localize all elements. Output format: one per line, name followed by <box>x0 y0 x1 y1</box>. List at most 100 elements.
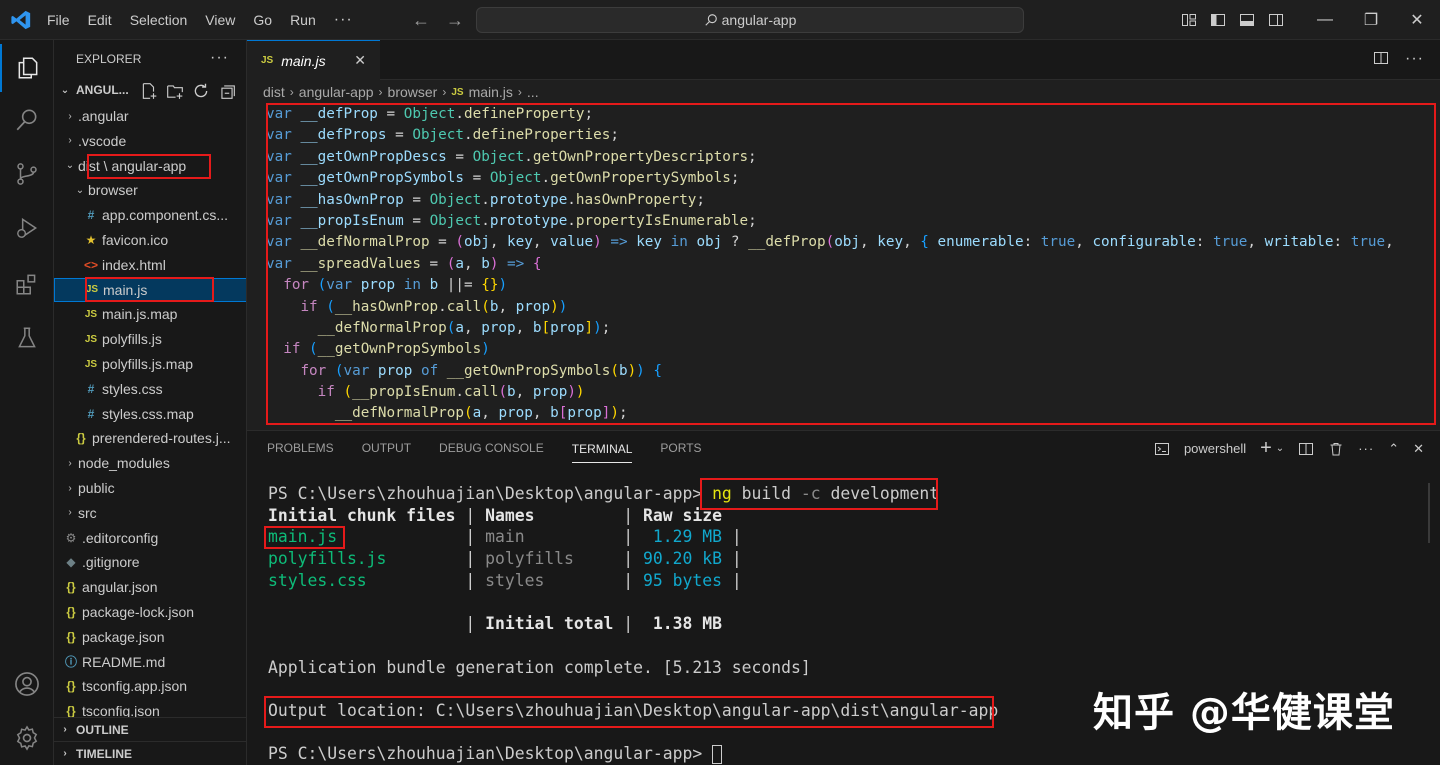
tree-folder[interactable]: › src <box>54 501 246 525</box>
explorer-icon[interactable] <box>0 44 54 92</box>
info-file-icon: ⓘ <box>64 655 77 670</box>
testing-icon[interactable] <box>0 314 54 362</box>
timeline-label: TIMELINE <box>76 746 132 761</box>
timeline-section[interactable]: › TIMELINE <box>54 741 246 765</box>
tree-file[interactable]: # styles.css.map <box>54 402 246 426</box>
tree-item-label: .angular <box>78 108 129 124</box>
new-folder-icon[interactable] <box>166 82 184 100</box>
tree-item-label: node_modules <box>78 455 170 472</box>
git-file-icon: ◆ <box>66 555 76 570</box>
customize-layout-icon[interactable] <box>1174 0 1203 40</box>
tab-output[interactable]: OUTPUT <box>362 441 411 455</box>
tree-file[interactable]: ★ favicon.ico <box>54 228 246 252</box>
more-actions-icon[interactable]: ··· <box>1358 441 1374 456</box>
close-tab-icon[interactable]: ✕ <box>354 52 366 69</box>
tree-file[interactable]: JS polyfills.js.map <box>54 352 246 376</box>
chevron-right-icon: › <box>68 457 72 469</box>
workspace-root-label: ANGUL... <box>76 83 129 97</box>
tree-folder[interactable]: › public <box>54 476 246 500</box>
menu-go[interactable]: Go <box>244 12 281 28</box>
forward-arrow-icon[interactable]: → <box>446 10 464 31</box>
search-icon[interactable] <box>0 96 54 144</box>
settings-gear-icon[interactable] <box>0 714 54 762</box>
terminal-line: Application bundle generation complete. … <box>268 657 811 677</box>
close-panel-icon[interactable]: ✕ <box>1413 441 1424 457</box>
js-file-icon: JS <box>84 333 98 345</box>
tab-ports[interactable]: PORTS <box>660 441 701 455</box>
tree-file[interactable]: JS polyfills.js <box>54 327 246 351</box>
workspace-root[interactable]: ⌄ ANGUL... <box>54 78 246 102</box>
toggle-secondary-sidebar-icon[interactable] <box>1261 0 1290 40</box>
tab-debug-console[interactable]: DEBUG CONSOLE <box>439 441 544 455</box>
split-terminal-icon[interactable] <box>1298 441 1314 457</box>
editor-more-button[interactable]: ··· <box>1405 50 1424 68</box>
tree-folder[interactable]: › node_modules <box>54 451 246 475</box>
menu-more-button[interactable]: ··· <box>325 11 362 29</box>
tree-file[interactable]: ◆ .gitignore <box>54 550 246 574</box>
breadcrumb-dist[interactable]: dist <box>263 84 285 100</box>
tree-folder[interactable]: › .vscode <box>54 129 246 153</box>
tree-item-label: polyfills.js.map <box>102 356 194 372</box>
tree-file[interactable]: {} package-lock.json <box>54 600 246 624</box>
split-editor-icon[interactable] <box>1373 50 1389 66</box>
js-file-icon: JS <box>451 86 464 98</box>
collapse-all-icon[interactable] <box>218 82 236 100</box>
trash-icon[interactable] <box>1328 441 1344 457</box>
close-window-icon[interactable]: ✕ <box>1394 0 1440 40</box>
tab-main-js[interactable]: JS main.js ✕ <box>247 40 380 80</box>
refresh-icon[interactable] <box>192 82 210 100</box>
maximize-panel-icon[interactable]: ⌃ <box>1388 441 1399 457</box>
menu-edit[interactable]: Edit <box>79 12 121 28</box>
terminal-scrollbar[interactable] <box>1428 483 1430 543</box>
tree-file[interactable]: {} angular.json <box>54 575 246 599</box>
extensions-icon[interactable] <box>0 260 54 308</box>
menu-view[interactable]: View <box>196 12 244 28</box>
menu-selection[interactable]: Selection <box>121 12 197 28</box>
tree-folder[interactable]: ⌄ browser <box>54 178 246 202</box>
run-and-debug-icon[interactable] <box>0 204 54 252</box>
account-icon[interactable] <box>0 660 54 708</box>
menu-bar: File Edit Selection View Go Run ··· <box>38 0 362 40</box>
new-terminal-icon[interactable]: + <box>1260 437 1272 460</box>
json-file-icon: {} <box>66 629 76 644</box>
tree-file[interactable]: ⓘ README.md <box>54 650 246 674</box>
tree-item-label: dist \ angular-app <box>78 157 187 174</box>
source-control-icon[interactable] <box>0 150 54 198</box>
tab-terminal[interactable]: TERMINAL <box>571 434 633 463</box>
tab-problems[interactable]: PROBLEMS <box>267 441 334 455</box>
tree-file[interactable]: ⚙ .editorconfig <box>54 526 246 550</box>
tree-file[interactable]: {} package.json <box>54 625 246 649</box>
terminal-icon <box>1154 442 1169 455</box>
chevron-right-icon: › <box>442 85 447 99</box>
menu-run[interactable]: Run <box>281 12 325 28</box>
tree-file[interactable]: <> index.html <box>54 253 246 277</box>
tree-item-label: .gitignore <box>82 554 140 571</box>
toggle-primary-sidebar-icon[interactable] <box>1203 0 1232 40</box>
chevron-down-icon[interactable]: ⌄ <box>1276 443 1284 454</box>
tree-file[interactable]: # styles.css <box>54 377 246 401</box>
outline-label: OUTLINE <box>76 722 129 737</box>
tree-folder[interactable]: ⌄ dist \ angular-app <box>54 154 246 178</box>
tree-file[interactable]: {} tsconfig.app.json <box>54 674 246 698</box>
breadcrumb-browser[interactable]: browser <box>388 84 438 100</box>
breadcrumb-file[interactable]: main.js <box>469 84 513 100</box>
breadcrumb-more[interactable]: ... <box>527 84 539 100</box>
search-icon <box>704 14 717 26</box>
terminal-shell-name[interactable]: powershell <box>1184 441 1246 456</box>
tree-file[interactable]: {} prerendered-routes.j... <box>54 426 246 450</box>
command-center-search[interactable]: angular-app <box>476 7 1024 33</box>
restore-icon[interactable]: ❐ <box>1348 0 1394 40</box>
toggle-panel-icon[interactable] <box>1232 0 1261 40</box>
outline-section[interactable]: › OUTLINE <box>54 717 246 741</box>
explorer-more-button[interactable]: ··· <box>210 49 229 67</box>
menu-file[interactable]: File <box>38 12 79 28</box>
tree-file[interactable]: JS main.js <box>54 277 246 302</box>
tree-file[interactable]: # app.component.cs... <box>54 203 246 227</box>
tree-file[interactable]: JS main.js.map <box>54 302 246 326</box>
terminal-line: PS C:\Users\zhouhuajian\Desktop\angular-… <box>268 484 940 503</box>
breadcrumb-angular-app[interactable]: angular-app <box>299 84 374 100</box>
back-arrow-icon[interactable]: ← <box>412 10 430 31</box>
minimize-icon[interactable]: — <box>1302 0 1348 40</box>
new-file-icon[interactable] <box>140 82 158 100</box>
tree-folder[interactable]: › .angular <box>54 104 246 128</box>
